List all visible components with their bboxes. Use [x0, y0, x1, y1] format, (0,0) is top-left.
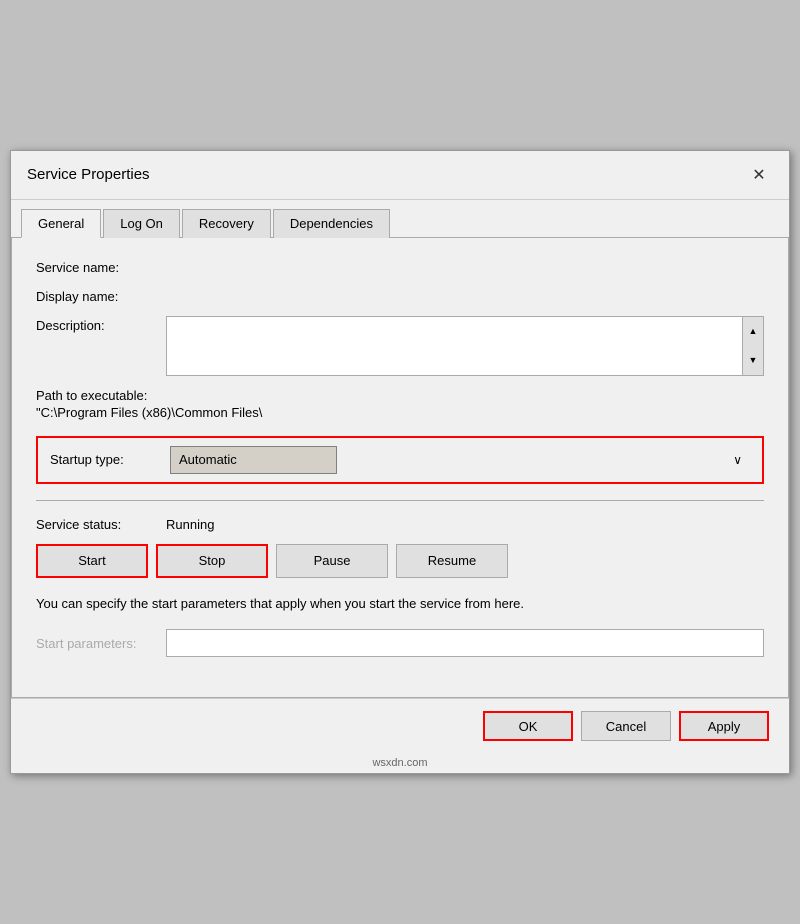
service-status-value: Running	[166, 517, 214, 532]
title-bar: Service Properties ✕	[11, 151, 789, 200]
path-value: "C:\Program Files (x86)\Common Files\	[36, 405, 764, 420]
dialog-footer: OK Cancel Apply	[11, 698, 789, 753]
scroll-up-button[interactable]: ▲	[743, 317, 763, 346]
display-name-row: Display name:	[36, 287, 764, 304]
cancel-button[interactable]: Cancel	[581, 711, 671, 741]
divider	[36, 500, 764, 501]
scroll-down-button[interactable]: ▼	[743, 346, 763, 375]
description-label: Description:	[36, 316, 166, 333]
close-button[interactable]: ✕	[745, 161, 773, 189]
tabs-container: General Log On Recovery Dependencies	[11, 200, 789, 238]
path-label: Path to executable:	[36, 388, 764, 403]
service-buttons-row: Start Stop Pause Resume	[36, 544, 764, 578]
path-section: Path to executable: "C:\Program Files (x…	[36, 388, 764, 420]
dialog-title: Service Properties	[27, 166, 150, 183]
startup-type-section: Startup type: Automatic Automatic (Delay…	[36, 436, 764, 484]
service-status-label: Service status:	[36, 517, 166, 532]
pause-button[interactable]: Pause	[276, 544, 388, 578]
tab-content-general: Service name: Display name: Description:…	[11, 238, 789, 699]
description-box: ▲ ▼	[166, 316, 764, 376]
start-params-label: Start parameters:	[36, 636, 166, 651]
tab-general[interactable]: General	[21, 209, 101, 238]
apply-button[interactable]: Apply	[679, 711, 769, 741]
tab-logon[interactable]: Log On	[103, 209, 180, 238]
start-params-input[interactable]	[166, 629, 764, 657]
start-button[interactable]: Start	[36, 544, 148, 578]
scroll-buttons: ▲ ▼	[743, 316, 764, 376]
watermark: wsxdn.com	[11, 753, 789, 773]
startup-type-select-wrapper: Automatic Automatic (Delayed Start) Manu…	[170, 446, 750, 474]
resume-button[interactable]: Resume	[396, 544, 508, 578]
display-name-label: Display name:	[36, 287, 166, 304]
dialog-window: Service Properties ✕ General Log On Reco…	[10, 150, 790, 775]
ok-button[interactable]: OK	[483, 711, 573, 741]
tab-dependencies[interactable]: Dependencies	[273, 209, 390, 238]
description-row: Description: ▲ ▼	[36, 316, 764, 376]
service-name-row: Service name:	[36, 258, 764, 275]
startup-type-label: Startup type:	[50, 452, 170, 467]
stop-button[interactable]: Stop	[156, 544, 268, 578]
service-status-row: Service status: Running	[36, 517, 764, 532]
info-text: You can specify the start parameters tha…	[36, 594, 764, 614]
start-params-row: Start parameters:	[36, 629, 764, 657]
service-name-label: Service name:	[36, 258, 166, 275]
startup-type-select[interactable]: Automatic Automatic (Delayed Start) Manu…	[170, 446, 337, 474]
tab-recovery[interactable]: Recovery	[182, 209, 271, 238]
description-scrollable	[166, 316, 743, 376]
